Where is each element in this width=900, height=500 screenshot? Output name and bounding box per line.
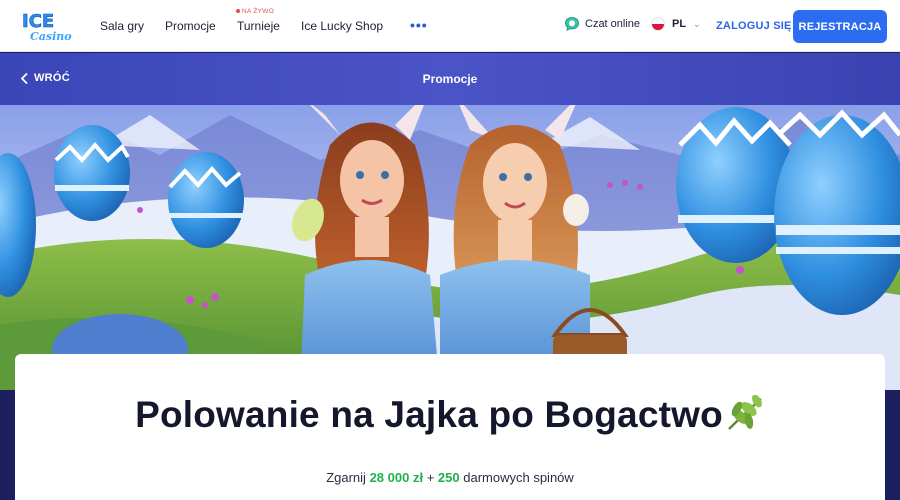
easter-egg-left-2 [168, 152, 244, 248]
live-badge-label: NA ŻYWO [242, 8, 275, 15]
easter-egg-left-1 [54, 125, 130, 221]
login-link[interactable]: ZALOGUJ SIĘ [716, 20, 792, 32]
promo-title: Polowanie na Jajka po Bogactwo [15, 394, 885, 440]
promo-spins-count: 250 [437, 470, 460, 485]
nav-sala-gry[interactable]: Sala gry [100, 19, 144, 33]
register-button[interactable]: REJESTRACJA [793, 10, 887, 43]
promo-hero-banner [0, 105, 900, 390]
top-navbar: ICE Casino Sala gry Promocje NA ŻYWO Tur… [0, 0, 900, 52]
chat-bubble-icon [564, 16, 580, 32]
promo-title-text: Polowanie na Jajka po Bogactwo [135, 394, 723, 435]
logo-ice-text: ICE [22, 11, 54, 32]
nav-promocje[interactable]: Promocje [165, 19, 216, 33]
language-selector[interactable]: PL ⌄ [651, 17, 701, 31]
promo-amount: 28 000 zł [369, 470, 424, 485]
chevron-down-icon: ⌄ [693, 18, 701, 29]
ice-casino-logo[interactable]: ICE Casino [20, 7, 74, 45]
nav-ice-lucky-shop[interactable]: Ice Lucky Shop [301, 19, 383, 33]
promo-card: Polowanie na Jajka po Bogactwo Zgarnij 2… [15, 354, 885, 500]
promo-subtitle-prefix: Zgarnij [326, 470, 366, 485]
live-dot-icon [236, 9, 240, 14]
nav-turnieje[interactable]: Turnieje [237, 19, 280, 33]
live-badge: NA ŻYWO [236, 8, 274, 15]
logo-casino-text: Casino [30, 30, 72, 43]
chat-online-button[interactable]: Czat online [564, 16, 640, 32]
page-title: Promocje [422, 72, 478, 86]
herb-leaf-icon [725, 394, 765, 440]
language-label: PL [672, 18, 687, 30]
chat-online-label: Czat online [585, 18, 641, 30]
more-menu-icon[interactable]: ••• [410, 17, 428, 33]
promo-subtitle-suffix: darmowych spinów [463, 470, 574, 485]
page-subheader: WRÓĆ Promocje [0, 53, 900, 105]
promo-subtitle: Zgarnij 28 000 zł + 250 darmowych spinów [15, 470, 885, 485]
promo-plus: + [426, 470, 435, 485]
poland-flag-icon [651, 17, 665, 31]
